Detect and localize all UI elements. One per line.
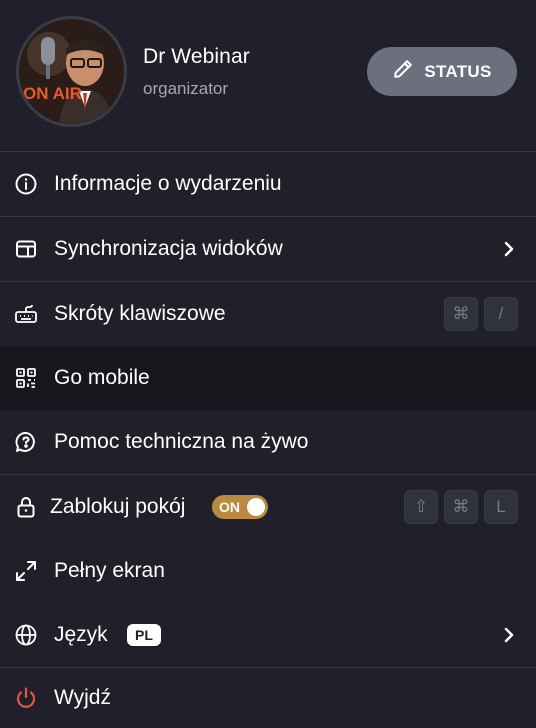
- menu-item-label: Go mobile: [54, 366, 150, 389]
- menu-item-label: Pełny ekran: [54, 559, 165, 582]
- fullscreen-icon: [14, 559, 38, 583]
- shortcut-keys: ⌘ /: [444, 297, 518, 331]
- toggle-knob: [247, 498, 265, 516]
- menu-item-language[interactable]: Język PL: [0, 603, 536, 667]
- avatar: ON AIR: [16, 16, 127, 127]
- shortcut-key: ⌘: [444, 297, 478, 331]
- menu-item-exit[interactable]: Wyjdź: [0, 667, 536, 728]
- chevron-right-icon: [502, 627, 516, 643]
- status-button-label: STATUS: [424, 61, 492, 81]
- shortcut-key: ⇧: [404, 490, 438, 524]
- menu-item-fullscreen[interactable]: Pełny ekran: [0, 539, 536, 603]
- menu-item-lock-room[interactable]: Zablokuj pokój ON ⇧ ⌘ L: [0, 474, 536, 539]
- power-icon: [14, 686, 38, 710]
- globe-icon: [14, 623, 38, 647]
- qr-code-icon: [14, 366, 38, 390]
- menu-item-label: Pomoc techniczna na żywo: [54, 430, 309, 453]
- menu-item-view-sync[interactable]: Synchronizacja widoków: [0, 216, 536, 281]
- user-header: ON AIR Dr Webinar organizator STATUS: [0, 0, 536, 151]
- layout-sync-icon: [14, 237, 38, 261]
- pencil-icon: [392, 58, 414, 85]
- shortcut-key: L: [484, 490, 518, 524]
- menu-item-label: Wyjdź: [54, 686, 111, 709]
- user-menu: ON AIR Dr Webinar organizator STATUS Inf…: [0, 0, 536, 728]
- user-role: organizator: [143, 79, 229, 98]
- menu-item-keyboard-shortcuts[interactable]: Skróty klawiszowe ⌘ /: [0, 281, 536, 346]
- shortcut-key: ⌘: [444, 490, 478, 524]
- shortcut-keys: ⇧ ⌘ L: [404, 490, 518, 524]
- keyboard-icon: [14, 302, 38, 326]
- chevron-right-icon: [502, 241, 516, 257]
- on-air-sign: ON AIR: [23, 84, 82, 103]
- menu-item-event-info[interactable]: Informacje o wydarzeniu: [0, 151, 536, 216]
- menu-item-live-support[interactable]: Pomoc techniczna na żywo: [0, 410, 536, 474]
- menu-item-label: Zablokuj pokój: [50, 495, 186, 518]
- shortcut-key: /: [484, 297, 518, 331]
- lock-room-toggle[interactable]: ON: [212, 495, 268, 519]
- user-name: Dr Webinar: [143, 45, 250, 68]
- menu-item-go-mobile[interactable]: Go mobile: [0, 346, 536, 410]
- menu-item-label: Informacje o wydarzeniu: [54, 172, 282, 195]
- menu-item-label: Język: [54, 623, 108, 646]
- toggle-label: ON: [219, 499, 240, 515]
- menu-item-label: Skróty klawiszowe: [54, 302, 226, 325]
- lock-icon: [14, 495, 38, 519]
- menu-item-label: Synchronizacja widoków: [54, 237, 283, 260]
- language-badge: PL: [127, 624, 161, 646]
- support-chat-icon: [14, 430, 38, 454]
- info-icon: [14, 172, 38, 196]
- status-button[interactable]: STATUS: [367, 47, 517, 96]
- avatar-image: ON AIR: [19, 19, 124, 124]
